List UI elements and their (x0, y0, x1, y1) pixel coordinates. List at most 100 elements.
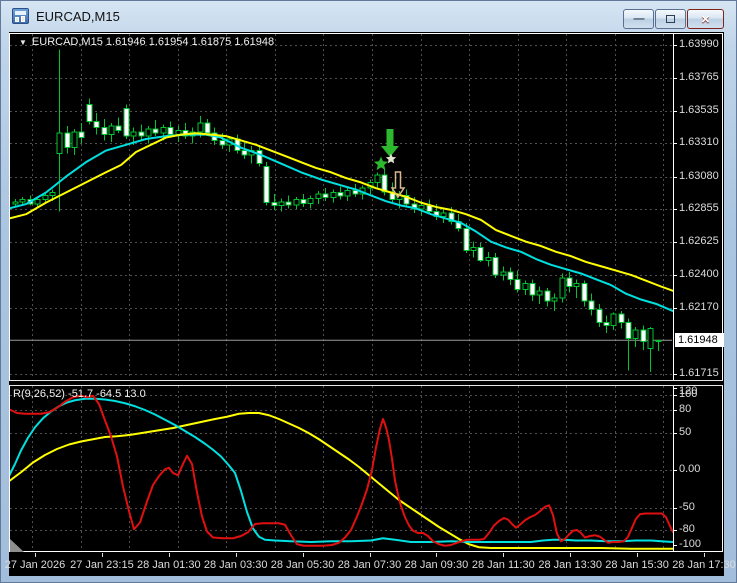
candle (574, 279, 579, 298)
chart-ohlc-header[interactable]: ▼ EURCAD,M15 1.61946 1.61954 1.61875 1.61… (19, 36, 274, 48)
window: EURCAD,M15 — ✕ ▼ EURCAD,M15 1.61946 1.619… (0, 0, 737, 583)
star-green-icon (374, 157, 388, 171)
pane-divider[interactable] (9, 380, 723, 386)
candle (441, 208, 446, 222)
candle (560, 273, 565, 302)
price-axis-label: 1.62625 (679, 235, 719, 247)
quick-navigation-triangle (10, 539, 24, 552)
time-tick (236, 553, 237, 557)
indicator-scale-label: 0.00 (679, 463, 700, 475)
candle (124, 104, 129, 139)
candles (13, 49, 661, 371)
candle (301, 194, 306, 207)
time-tick (303, 553, 304, 557)
title-bar[interactable]: EURCAD,M15 — ✕ (1, 1, 737, 32)
candle (619, 311, 624, 328)
price-axis-label: 1.63765 (679, 71, 719, 83)
candle (116, 117, 121, 133)
window-title: EURCAD,M15 (36, 9, 120, 24)
candle (279, 198, 284, 211)
candle (65, 126, 70, 153)
time-tick (637, 553, 638, 557)
candle (478, 243, 483, 262)
indicator-scale-label: 100 (679, 388, 697, 400)
minimize-icon: — (634, 13, 644, 25)
chart-ohlc-values: 1.61946 1.61954 1.61875 1.61948 (106, 36, 274, 48)
candle (272, 194, 277, 210)
candle (486, 252, 491, 266)
candle (656, 339, 661, 350)
candle (264, 162, 269, 205)
indicator-scale-label: 80 (679, 403, 691, 415)
price-axis-label: 1.62170 (679, 301, 719, 313)
current-price-tag: 1.61948 (675, 333, 724, 347)
candle (648, 327, 653, 372)
grid-lines (10, 34, 672, 551)
restore-button[interactable] (655, 9, 686, 29)
time-tick (704, 553, 705, 557)
price-axis-label: 1.62855 (679, 202, 719, 214)
price-axis-label: 1.63990 (679, 38, 719, 50)
restore-icon (666, 15, 675, 23)
indicator-scale-label: -100 (679, 538, 701, 550)
time-axis-label: 28 Jan 17:30 (664, 559, 737, 571)
candle (589, 294, 594, 316)
time-tick (169, 553, 170, 557)
candle (87, 99, 92, 125)
candle (146, 126, 151, 143)
candle (338, 187, 343, 200)
candle (72, 129, 77, 155)
candle (537, 287, 542, 304)
indicator-scale-label: -50 (679, 501, 695, 513)
candle (139, 125, 144, 141)
price-axis-label: 1.61715 (679, 367, 719, 379)
indicator-scale-label: -80 (679, 523, 695, 535)
candle (102, 119, 107, 141)
ma-fast-line (9, 135, 673, 311)
time-tick (370, 553, 371, 557)
indicator-scale-label: 50 (679, 426, 691, 438)
candle (109, 123, 114, 142)
candle (375, 172, 380, 188)
price-axis-label: 1.63080 (679, 170, 719, 182)
time-tick (570, 553, 571, 557)
candle (493, 253, 498, 278)
candle (331, 190, 336, 203)
indicator-label: R(9,26,52) -51.7 -64.5 13.0 (13, 388, 146, 400)
chart-client-area: ▼ EURCAD,M15 1.61946 1.61954 1.61875 1.61… (9, 32, 724, 576)
candle (597, 304, 602, 327)
candle (626, 318, 631, 370)
candle (545, 288, 550, 307)
close-icon: ✕ (701, 13, 710, 26)
ma-slow-line (9, 133, 673, 291)
candle (471, 242, 476, 258)
candle (641, 326, 646, 351)
time-tick (102, 553, 103, 557)
candle (604, 315, 609, 332)
chart-symbol: EURCAD,M15 (32, 36, 103, 48)
app-icon (12, 8, 29, 24)
candle (633, 327, 638, 347)
candle (249, 146, 254, 163)
candle (308, 195, 313, 208)
candle (611, 313, 616, 330)
candle (345, 188, 350, 201)
price-axis-label: 1.63310 (679, 136, 719, 148)
candle (316, 191, 321, 204)
minimize-button[interactable]: — (623, 9, 654, 29)
time-tick (436, 553, 437, 557)
candle (79, 123, 84, 143)
candle (582, 281, 587, 307)
candle (501, 266, 506, 280)
collapse-icon: ▼ (19, 38, 27, 47)
price-axis-label: 1.63535 (679, 104, 719, 116)
close-button[interactable]: ✕ (687, 9, 724, 29)
time-tick (35, 553, 36, 557)
chart-canvas[interactable] (9, 32, 724, 576)
candle (286, 195, 291, 208)
candle (523, 281, 528, 295)
candle (508, 268, 513, 285)
candle (515, 271, 520, 293)
candle (183, 123, 188, 139)
time-tick (503, 553, 504, 557)
